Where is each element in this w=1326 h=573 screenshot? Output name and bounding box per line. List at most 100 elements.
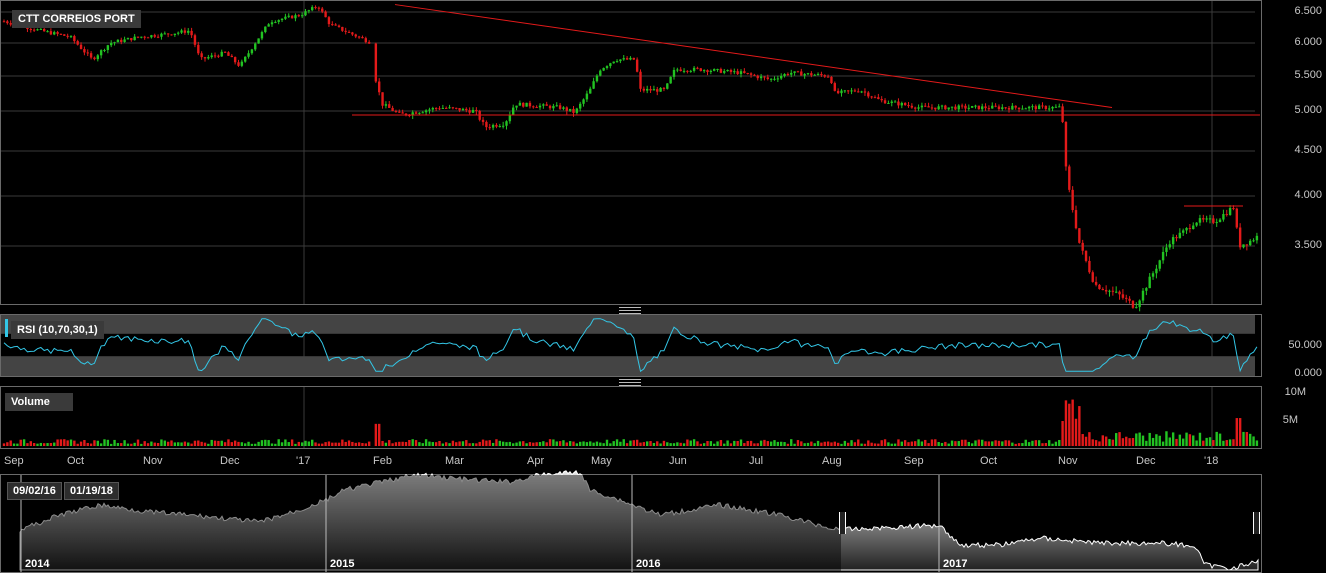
volume-bar <box>649 441 652 446</box>
volume-bar <box>347 440 351 446</box>
volume-bar <box>736 440 739 446</box>
price-candle <box>163 33 166 35</box>
volume-bar <box>1091 439 1094 446</box>
volume-bar <box>220 440 223 446</box>
price-candle <box>820 73 823 76</box>
volume-bar <box>1007 440 1011 446</box>
volume-bar <box>49 442 53 446</box>
rsi-resize-grip[interactable] <box>619 307 641 314</box>
range-start-date[interactable]: 09/02/16 <box>7 482 62 500</box>
volume-bar <box>156 442 160 446</box>
volume-bar <box>699 443 702 446</box>
price-candle <box>863 91 867 93</box>
price-candle <box>381 92 384 106</box>
price-candle <box>847 90 850 92</box>
volume-bar <box>977 439 981 446</box>
price-candle <box>1098 284 1101 290</box>
volume-bar <box>974 440 977 446</box>
price-candle <box>287 15 290 17</box>
price-candle <box>126 38 130 40</box>
price-candle <box>679 69 682 72</box>
price-candle <box>374 43 378 82</box>
price-candle <box>334 24 337 26</box>
volume-bar <box>756 443 759 446</box>
price-candle <box>1138 300 1141 308</box>
price-candle <box>769 78 773 80</box>
volume-bar <box>1155 434 1158 446</box>
volume-bar <box>190 443 193 446</box>
volume-bar <box>850 440 853 446</box>
volume-bar <box>950 440 954 446</box>
price-candle <box>535 107 538 109</box>
volume-bar <box>364 443 367 446</box>
volume-bar <box>1058 439 1061 446</box>
navigator-left-handle[interactable] <box>839 512 846 534</box>
volume-bar <box>689 440 692 446</box>
price-candle <box>867 92 870 97</box>
price-candle <box>1115 291 1118 293</box>
volume-bar <box>471 443 475 446</box>
volume-bar <box>1238 418 1242 446</box>
price-candle <box>274 21 277 23</box>
price-candle <box>796 71 800 73</box>
price-candle <box>1027 106 1031 109</box>
navigator-right-handle[interactable] <box>1253 512 1260 534</box>
volume-bar <box>914 441 917 446</box>
volume-resize-grip[interactable] <box>619 379 641 386</box>
volume-bar <box>160 439 163 446</box>
price-candle <box>388 104 391 108</box>
price-candle <box>1014 105 1017 108</box>
trendline-resistance <box>394 4 1113 108</box>
price-candle <box>562 107 565 109</box>
price-candle <box>1228 208 1232 216</box>
price-candle <box>458 108 461 111</box>
price-candle <box>1091 272 1094 282</box>
price-candle <box>1252 240 1255 242</box>
volume-bar <box>1128 438 1131 446</box>
volume-bar <box>830 442 833 446</box>
volume-bar <box>213 440 217 446</box>
volume-bar <box>518 441 522 446</box>
price-candle <box>1041 105 1044 107</box>
price-candle <box>1044 106 1048 109</box>
volume-bar <box>535 442 538 446</box>
volume-bar <box>79 441 83 446</box>
price-candle <box>491 124 495 128</box>
volume-bar <box>337 442 341 446</box>
volume-bar <box>86 442 89 446</box>
volume-bar <box>421 443 424 446</box>
range-end-date[interactable]: 01/19/18 <box>64 482 119 500</box>
volume-bar <box>1004 440 1007 446</box>
price-candle <box>964 105 967 109</box>
price-candle <box>803 74 806 76</box>
volume-bar <box>847 442 850 446</box>
volume-bar <box>1249 433 1252 446</box>
price-candle <box>542 104 545 106</box>
volume-bar <box>223 442 227 446</box>
price-candle <box>776 78 780 80</box>
price-candle <box>646 88 649 91</box>
volume-bar <box>398 441 401 446</box>
volume-bar <box>217 440 220 446</box>
volume-bar <box>629 440 632 446</box>
volume-bar <box>123 440 126 446</box>
volume-bar <box>317 443 321 446</box>
price-candle <box>247 53 250 57</box>
volume-bar <box>793 443 796 446</box>
price-candle <box>924 105 927 107</box>
price-candle <box>361 37 364 39</box>
price-candle <box>297 15 300 17</box>
price-candle <box>739 71 743 75</box>
price-candle <box>1001 107 1004 109</box>
volume-bar <box>592 442 595 446</box>
volume-bar <box>558 441 562 446</box>
price-candle <box>689 70 692 72</box>
volume-bar <box>381 440 384 446</box>
volume-bar <box>1054 441 1058 446</box>
price-candle <box>676 69 679 71</box>
x-tick: Nov <box>143 455 163 467</box>
volume-bar <box>615 439 619 446</box>
price-candle <box>786 74 790 76</box>
volume-bar <box>143 441 146 446</box>
price-candle <box>1218 219 1222 223</box>
